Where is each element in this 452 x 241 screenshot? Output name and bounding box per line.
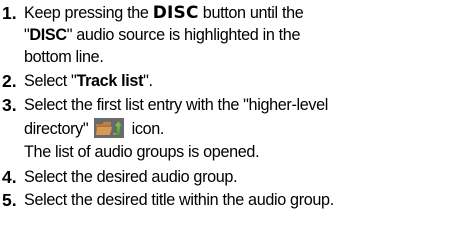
step-1-line-1: Keep pressing the DISC button until the	[24, 2, 304, 24]
step-number: 5.	[2, 190, 17, 210]
step-3-line-1: Select the first list entry with the "hi…	[24, 96, 329, 114]
step-1-line-3: bottom line.	[24, 48, 104, 66]
step-number: 3.	[2, 95, 17, 115]
step-text: button until the	[198, 4, 304, 22]
step-number: 2.	[2, 71, 17, 91]
disc-source-name: DISC	[29, 26, 67, 44]
step-1-line-2: "DISC" audio source is highlighted in th…	[24, 24, 300, 46]
disc-button-name: DISC	[152, 3, 199, 23]
step-2-line-1: Select "Track list".	[24, 70, 153, 92]
step-text: Keep pressing the	[24, 4, 153, 22]
step-text: directory"	[24, 120, 93, 138]
track-list-label: Track list	[76, 72, 144, 90]
step-text: icon.	[127, 120, 165, 138]
step-4-line-1: Select the desired audio group.	[24, 168, 238, 186]
step-text: Select "	[24, 72, 77, 90]
step-text: " audio source is highlighted in the	[66, 26, 301, 44]
step-5-line-1: Select the desired title within the audi…	[24, 191, 334, 209]
step-text: ".	[143, 72, 153, 90]
step-number: 4.	[2, 167, 17, 187]
step-number: 1.	[2, 3, 17, 23]
step-3-line-3: The list of audio groups is opened.	[24, 143, 260, 161]
step-3-line-2: directory" icon.	[24, 118, 164, 140]
folder-up-icon	[94, 118, 125, 138]
